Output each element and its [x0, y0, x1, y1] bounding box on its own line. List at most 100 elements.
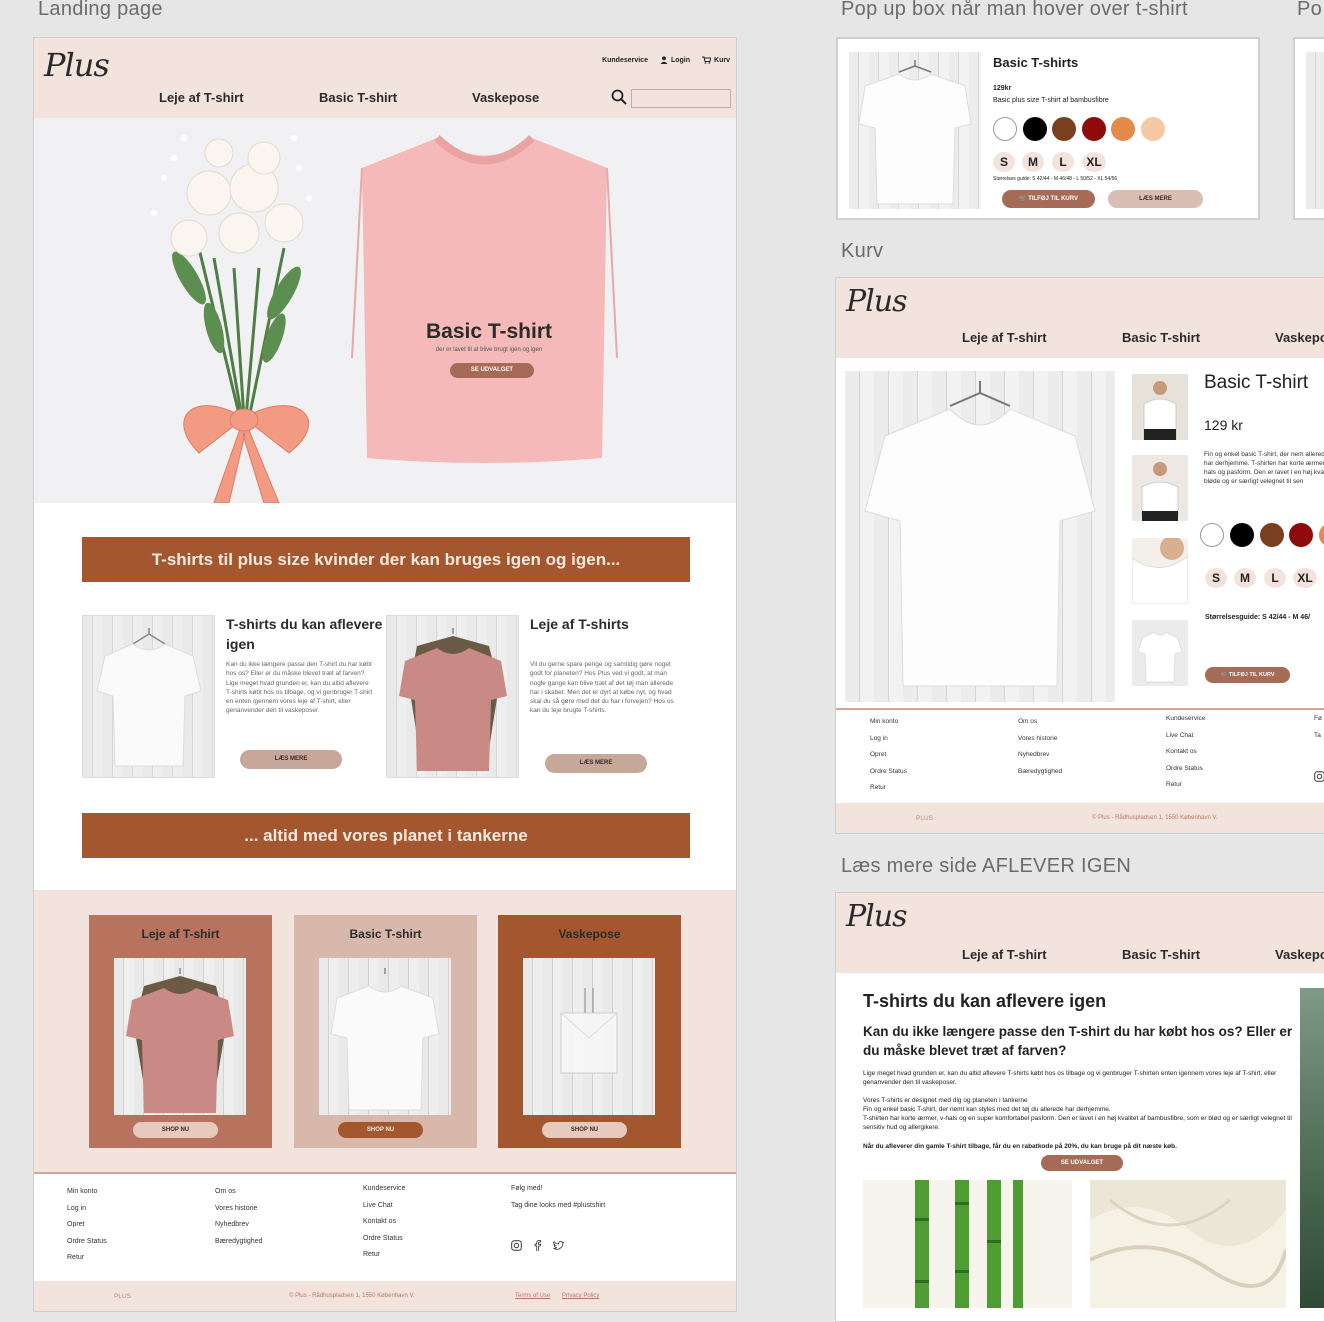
kurv-footer-retur-2[interactable]: Retur	[1166, 781, 1205, 788]
kurv-swatch-black[interactable]	[1230, 523, 1254, 547]
footer-opret[interactable]: Opret	[67, 1221, 107, 1228]
instagram-icon[interactable]	[511, 1240, 522, 1251]
footer-om-os: Om os	[215, 1188, 236, 1195]
kurv-swatch-brown[interactable]	[1260, 523, 1284, 547]
laes-nav-basic[interactable]: Basic T-shirt	[1122, 947, 1275, 962]
footer-vores-historie[interactable]: Vores historie	[215, 1205, 262, 1212]
utility-nav: Kundeservice Login Kurv	[602, 56, 730, 64]
size-l[interactable]: L	[1052, 152, 1074, 172]
product-description: Fin og enkel basic T-shirt, der nem alle…	[1204, 451, 1324, 485]
footer-hashtag: Tag dine looks med #plustshirt	[511, 1201, 606, 1209]
footer-baeredygtighed[interactable]: Bæredygtighed	[215, 1238, 262, 1245]
kurv-footer-retur[interactable]: Retur	[870, 784, 907, 791]
footer-live-chat[interactable]: Live Chat	[363, 1202, 405, 1209]
kurv-footer-log-in[interactable]: Log in	[870, 735, 907, 742]
detail-photo	[1132, 538, 1188, 604]
kurv-swatch-white[interactable]	[1200, 523, 1224, 547]
search-input[interactable]	[631, 89, 731, 108]
logo[interactable]: Plus	[44, 46, 110, 84]
nav-basic[interactable]: Basic T-shirt	[319, 90, 472, 105]
footer-ordre-status[interactable]: Ordre Status	[67, 1238, 107, 1245]
swatch-orange[interactable]	[1111, 117, 1135, 141]
privacy-link[interactable]: Privacy Policy	[562, 1293, 599, 1299]
facebook-icon[interactable]	[532, 1240, 543, 1251]
shop-nu-button-leje[interactable]: SHOP NU	[133, 1122, 218, 1138]
swatch-white[interactable]	[993, 117, 1017, 141]
category-image-vaskepose	[523, 958, 655, 1115]
size-s[interactable]: S	[993, 152, 1015, 172]
laes-logo[interactable]: Plus	[846, 899, 907, 934]
swatch-red[interactable]	[1082, 117, 1106, 141]
kurv-size-l[interactable]: L	[1264, 568, 1286, 588]
kurv-instagram-icon[interactable]	[1314, 771, 1324, 782]
popup-laes-mere-button[interactable]: LÆS MERE	[1108, 190, 1203, 208]
size-m[interactable]: M	[1022, 152, 1044, 172]
swatch-black[interactable]	[1023, 117, 1047, 141]
kurv-footer-vores-historie[interactable]: Vores historie	[1018, 735, 1062, 742]
kurv-footer-opret[interactable]: Opret	[870, 751, 907, 758]
shop-nu-button-basic[interactable]: SHOP NU	[338, 1122, 423, 1138]
kurv-footer-nyhedbrev[interactable]: Nyhedbrev	[1018, 751, 1062, 758]
add-to-cart-label: TILFØJ TIL KURV	[1028, 196, 1078, 202]
footer-log-in[interactable]: Log in	[67, 1205, 107, 1212]
thumbnail-4[interactable]	[1132, 620, 1188, 686]
laes-se-udvalget-button[interactable]: SE UDVALGET	[1041, 1155, 1123, 1171]
side-nature-image	[1300, 988, 1324, 1308]
kurv-link[interactable]: Kurv	[702, 56, 730, 64]
swatch-peach[interactable]	[1141, 117, 1165, 141]
laes-subheading: Kan du ikke længere passe den T-shirt du…	[863, 1024, 1293, 1058]
thumbnail-2[interactable]	[1132, 455, 1188, 521]
footer-nyhedbrev[interactable]: Nyhedbrev	[215, 1221, 262, 1228]
kurv-footer-live-chat[interactable]: Live Chat	[1166, 732, 1205, 739]
kurv-nav-basic[interactable]: Basic T-shirt	[1122, 330, 1275, 345]
popup-title: Basic T-shirts	[993, 55, 1079, 70]
shop-nu-button-vaskepose[interactable]: SHOP NU	[542, 1122, 627, 1138]
bamboo-image	[863, 1180, 1072, 1308]
twitter-icon[interactable]	[553, 1240, 565, 1251]
kurv-nav-leje[interactable]: Leje af T-shirt	[962, 330, 1122, 345]
footer-bottom-bar: PLUS © Plus - Rådhuspladsen 1, 1550 Købe…	[34, 1281, 736, 1311]
footer-retur[interactable]: Retur	[67, 1254, 107, 1261]
nav-leje[interactable]: Leje af T-shirt	[159, 90, 319, 105]
search-icon[interactable]	[611, 89, 627, 105]
kurv-swatch-red[interactable]	[1289, 523, 1313, 547]
kurv-logo[interactable]: Plus	[846, 284, 907, 319]
laes-nav-vaskepose[interactable]: Vaskepo	[1275, 947, 1324, 962]
kurv-add-to-cart-button[interactable]: 🛒 TILFØJ TIL KURV	[1205, 667, 1290, 683]
kurv-size-s[interactable]: S	[1205, 568, 1227, 588]
kurv-footer-kontakt-os[interactable]: Kontakt os	[1166, 748, 1205, 755]
kurv-footer-ordre-status[interactable]: Ordre Status	[870, 768, 907, 775]
kurv-size-xl[interactable]: XL	[1293, 568, 1317, 588]
kurv-footer-baeredygtighed[interactable]: Bæredygtighed	[1018, 768, 1062, 775]
white-tshirt-image	[858, 60, 972, 205]
card-text-aflevere: Kan du ikke længere passe den T-shirt du…	[226, 661, 373, 715]
kundeservice-link[interactable]: Kundeservice	[602, 56, 648, 64]
nav-vaskepose[interactable]: Vaskepose	[472, 90, 539, 105]
thumbnail-3[interactable]	[1132, 538, 1188, 604]
terms-link[interactable]: Terms of Use	[515, 1293, 550, 1299]
kurv-nav-vaskepose[interactable]: Vaskepo	[1275, 330, 1324, 345]
kurv-footer-ordre-status-2[interactable]: Ordre Status	[1166, 765, 1205, 772]
category-title-leje: Leje af T-shirt	[141, 927, 220, 941]
laes-mere-button-leje[interactable]: LÆS MERE	[545, 754, 647, 773]
category-vaskepose[interactable]: Vaskepose SHOP NU	[498, 915, 681, 1148]
laes-paragraph-4: T-shirten har korte ærmer, v-hals og en …	[863, 1115, 1292, 1131]
footer-retur-2[interactable]: Retur	[363, 1251, 405, 1258]
size-xl[interactable]: XL	[1082, 152, 1106, 172]
footer-kontakt-os[interactable]: Kontakt os	[363, 1218, 405, 1225]
thumbnail-1[interactable]	[1132, 374, 1188, 440]
kurv-header: Plus Leje af T-shirt Basic T-shirt Vaske…	[836, 278, 1324, 358]
card-image-aflevere	[82, 615, 215, 778]
laes-nav-leje[interactable]: Leje af T-shirt	[962, 947, 1122, 962]
category-leje[interactable]: Leje af T-shirt SHOP NU	[89, 915, 272, 1148]
swatch-brown[interactable]	[1052, 117, 1076, 141]
hero-cta-button[interactable]: SE UDVALGET	[450, 363, 534, 378]
footer-ordre-status-2[interactable]: Ordre Status	[363, 1235, 405, 1242]
kurv-size-m[interactable]: M	[1234, 568, 1256, 588]
banner-plus-size: T-shirts til plus size kvinder der kan b…	[82, 537, 690, 582]
kurv-swatch-orange[interactable]	[1319, 523, 1324, 547]
login-link[interactable]: Login	[660, 56, 690, 64]
laes-mere-button-aflevere[interactable]: LÆS MERE	[240, 750, 342, 769]
add-to-cart-button[interactable]: 🛒 TILFØJ TIL KURV	[1002, 190, 1095, 208]
category-basic[interactable]: Basic T-shirt SHOP NU	[294, 915, 477, 1148]
